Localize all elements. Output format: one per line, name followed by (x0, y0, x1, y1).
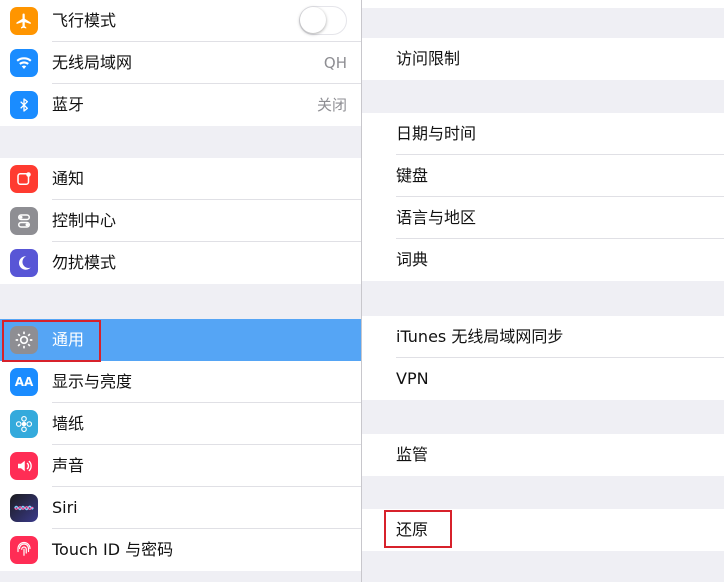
sidebar-item-label: 勿扰模式 (52, 253, 117, 272)
wifi-network-value: QH (323, 54, 347, 72)
sidebar-item-label: 声音 (52, 456, 85, 475)
detail-group-restrictions: 访问限制 (362, 38, 724, 80)
display-brightness-icon: AA (10, 368, 38, 396)
detail-group-itunes-vpn: iTunes 无线局域网同步 VPN (362, 316, 724, 400)
sidebar-item-do-not-disturb[interactable]: 勿扰模式 (0, 242, 361, 284)
sidebar-item-airplane-mode[interactable]: 飞行模式 (0, 0, 361, 42)
sidebar-item-label: Siri (52, 498, 78, 517)
sidebar-item-bluetooth[interactable]: 蓝牙 关闭 (0, 84, 361, 126)
settings-sidebar: 飞行模式 无线局域网 QH 蓝牙 关闭 通知 控制中心 勿扰模式 通用 AA 显… (0, 0, 361, 582)
sidebar-item-siri[interactable]: Siri (0, 487, 361, 529)
sidebar-item-touch-id[interactable]: Touch ID 与密码 (0, 529, 361, 571)
wifi-icon (10, 49, 38, 77)
detail-group-datetime: 日期与时间 键盘 语言与地区 词典 (362, 113, 724, 281)
sidebar-item-display-brightness[interactable]: AA 显示与亮度 (0, 361, 361, 403)
detail-item-date-time[interactable]: 日期与时间 (362, 113, 724, 155)
bluetooth-status-value: 关闭 (316, 96, 347, 114)
detail-item-itunes-wifi-sync[interactable]: iTunes 无线局域网同步 (362, 316, 724, 358)
sidebar-item-control-center[interactable]: 控制中心 (0, 200, 361, 242)
sidebar-item-label: 墙纸 (52, 414, 85, 433)
detail-item-label: iTunes 无线局域网同步 (396, 327, 564, 346)
sidebar-item-label: 飞行模式 (52, 11, 117, 30)
detail-group-supervision: 监管 (362, 434, 724, 476)
wallpaper-icon (10, 410, 38, 438)
detail-item-label: 访问限制 (396, 49, 461, 68)
reset-highlight-box (384, 510, 452, 548)
detail-item-label: 词典 (396, 250, 429, 269)
sidebar-item-wallpaper[interactable]: 墙纸 (0, 403, 361, 445)
detail-item-label: 监管 (396, 445, 429, 464)
sidebar-group-notifications: 通知 控制中心 勿扰模式 (0, 158, 361, 284)
sidebar-item-label: 控制中心 (52, 211, 117, 230)
sidebar-item-wifi[interactable]: 无线局域网 QH (0, 42, 361, 84)
sidebar-group-connectivity: 飞行模式 无线局域网 QH 蓝牙 关闭 (0, 0, 361, 126)
sidebar-item-label: 通知 (52, 169, 85, 188)
sidebar-item-label: 显示与亮度 (52, 372, 133, 391)
speaker-icon (10, 452, 38, 480)
bluetooth-icon (10, 91, 38, 119)
general-highlight-box (2, 320, 101, 362)
detail-item-keyboard[interactable]: 键盘 (362, 155, 724, 197)
fingerprint-icon (10, 536, 38, 564)
detail-item-label: 语言与地区 (396, 208, 477, 227)
sidebar-item-label: 无线局域网 (52, 53, 133, 72)
general-settings-detail: 访问限制 日期与时间 键盘 语言与地区 词典 iTunes 无线局域网同步 VP… (362, 0, 724, 582)
detail-group-top (362, 0, 724, 8)
control-center-icon (10, 207, 38, 235)
siri-icon (10, 494, 38, 522)
airplane-icon (10, 7, 38, 35)
detail-item-label: VPN (396, 369, 429, 388)
airplane-mode-toggle[interactable] (299, 6, 347, 35)
sidebar-item-label: Touch ID 与密码 (52, 540, 174, 559)
detail-item-restrictions[interactable]: 访问限制 (362, 38, 724, 80)
detail-item-label: 日期与时间 (396, 124, 477, 143)
detail-item-supervision[interactable]: 监管 (362, 434, 724, 476)
notification-icon (10, 165, 38, 193)
detail-item-vpn[interactable]: VPN (362, 358, 724, 400)
detail-item-language-region[interactable]: 语言与地区 (362, 197, 724, 239)
detail-item-dictionary[interactable]: 词典 (362, 239, 724, 281)
moon-icon (10, 249, 38, 277)
sidebar-item-label: 蓝牙 (52, 95, 85, 114)
detail-item-label: 键盘 (396, 166, 429, 185)
sidebar-item-sounds[interactable]: 声音 (0, 445, 361, 487)
sidebar-item-notifications[interactable]: 通知 (0, 158, 361, 200)
